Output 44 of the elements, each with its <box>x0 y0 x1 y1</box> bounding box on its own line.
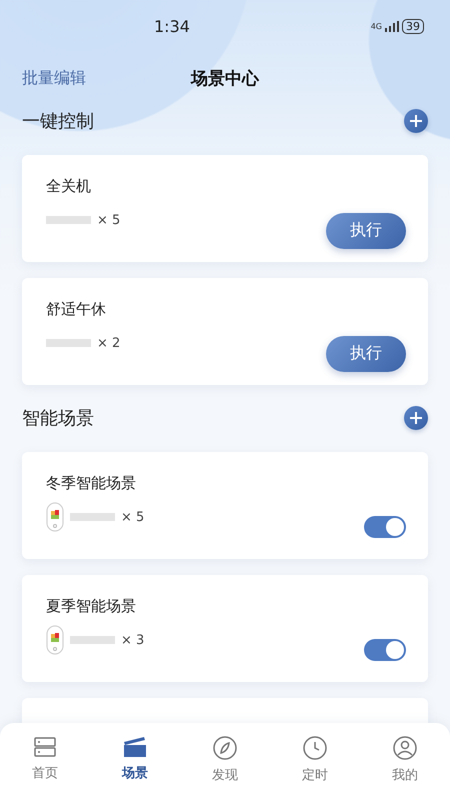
scene-card[interactable]: 舒适午休 × 2 执行 <box>22 278 428 385</box>
execute-button[interactable]: 执行 <box>326 336 406 372</box>
scene-name: 全关机 <box>46 177 92 196</box>
scene-toggle[interactable] <box>364 638 406 660</box>
battery-level: 39 <box>402 18 424 34</box>
add-button[interactable] <box>404 406 428 430</box>
device-icon <box>46 625 64 655</box>
execute-button[interactable]: 执行 <box>326 212 406 248</box>
scene-name: 舒适午休 <box>46 300 107 319</box>
scene-card[interactable]: 夏季智能场景 × 3 <box>22 575 428 682</box>
redacted-device-name <box>70 636 115 644</box>
clapperboard-icon <box>123 736 147 758</box>
scene-card[interactable]: 冬季智能场景 × 5 <box>22 452 428 559</box>
redacted-device-name <box>46 339 91 347</box>
signal-icon <box>385 20 399 32</box>
network-label: 4G <box>370 22 382 30</box>
batch-edit-link[interactable]: 批量编辑 <box>22 68 86 88</box>
tab-item[interactable]: 场景 <box>90 735 180 800</box>
scene-toggle[interactable] <box>364 516 406 538</box>
clock-icon <box>303 736 327 760</box>
redacted-device-name <box>46 216 91 224</box>
tab-item[interactable]: 首页 <box>0 735 90 800</box>
server-icon <box>34 736 56 758</box>
status-time: 1:34 <box>154 16 190 36</box>
device-count: × 5 <box>97 212 120 228</box>
section-title: 智能场景 <box>22 407 94 430</box>
tab-item[interactable]: 我的 <box>360 735 450 800</box>
scene-name: 冬季智能场景 <box>46 474 137 493</box>
plus-icon <box>410 115 422 127</box>
scene-name: 夏季智能场景 <box>46 597 137 616</box>
plus-icon <box>410 412 422 424</box>
tab-item[interactable]: 定时 <box>270 735 360 800</box>
add-button[interactable] <box>404 109 428 133</box>
person-icon <box>393 736 417 760</box>
scene-card[interactable]: 全关机 × 5 执行 <box>22 155 428 262</box>
device-count: × 2 <box>97 336 120 350</box>
section-title: 一键控制 <box>22 110 94 133</box>
device-count: × 5 <box>121 510 144 524</box>
compass-icon <box>213 736 237 760</box>
tab-item[interactable]: 发现 <box>180 735 270 800</box>
device-count: × 3 <box>121 632 144 648</box>
redacted-device-name <box>70 513 115 521</box>
page-title: 场景中心 <box>191 68 259 90</box>
device-icon <box>46 502 64 532</box>
